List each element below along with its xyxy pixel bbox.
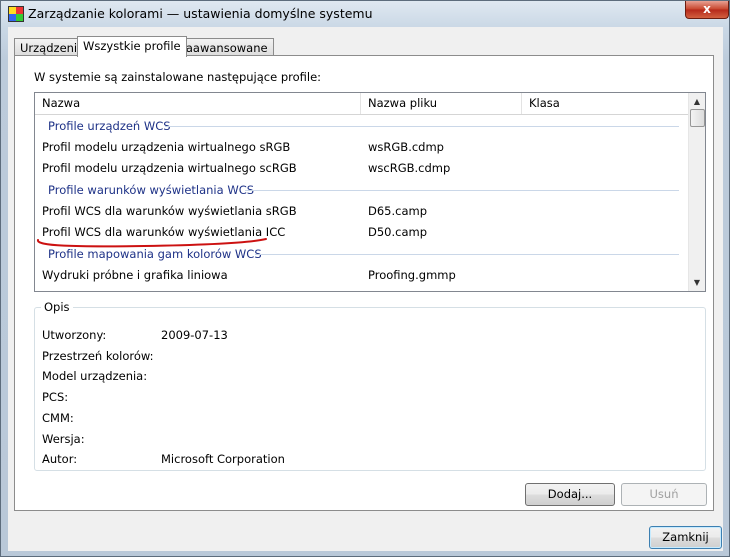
close-window-button[interactable]: x (685, 1, 729, 19)
group-title: Profile warunków wyświetlania WCS (48, 183, 255, 197)
scroll-up-arrow-icon[interactable]: ▲ (689, 93, 705, 110)
profile-name: Profil modelu urządzenia wirtualnego sRG… (42, 140, 291, 154)
color-management-icon (8, 6, 24, 22)
group-title: Profile urządzeń WCS (48, 119, 171, 133)
field-label: Model urządzenia: (42, 369, 148, 383)
close-button[interactable]: Zamknij (649, 526, 722, 549)
column-header-class[interactable]: Klasa (522, 93, 689, 114)
list-item[interactable]: Profil WCS dla warunków wyświetlania ICC… (35, 222, 689, 243)
add-profile-button[interactable]: Dodaj... (525, 483, 615, 506)
group-divider (245, 190, 679, 191)
list-item[interactable]: Wydruki próbne i grafika liniowa Proofin… (35, 265, 689, 286)
field-value: Microsoft Corporation (161, 452, 285, 466)
list-item[interactable]: Profil modelu urządzenia wirtualnego sRG… (35, 137, 689, 158)
profile-file: D65.camp (368, 204, 428, 218)
list-item[interactable]: Profil modelu urządzenia wirtualnego scR… (35, 158, 689, 179)
window-title: Zarządzanie kolorami — ustawienia domyśl… (28, 6, 373, 21)
color-management-window: Zarządzanie kolorami — ustawienia domyśl… (0, 0, 730, 557)
dialog-client-area: Urządzenia Wszystkie profile Zaawansowan… (8, 27, 723, 551)
remove-profile-button[interactable]: Usuń (621, 483, 707, 506)
title-bar[interactable]: Zarządzanie kolorami — ustawienia domyśl… (1, 1, 730, 27)
profiles-list[interactable]: Nazwa Nazwa pliku Klasa Profile urządzeń… (34, 92, 706, 292)
group-divider (165, 126, 679, 127)
tab-all-profiles[interactable]: Wszystkie profile (77, 36, 187, 57)
tab-advanced[interactable]: Zaawansowane (172, 38, 274, 56)
list-body: Profile urządzeń WCS Profil modelu urząd… (35, 115, 689, 286)
column-header-file[interactable]: Nazwa pliku (361, 93, 522, 114)
list-item[interactable]: Profil WCS dla warunków wyświetlania sRG… (35, 201, 689, 222)
profile-name: Profil WCS dla warunków wyświetlania ICC (42, 225, 286, 239)
profile-name: Profil WCS dla warunków wyświetlania sRG… (42, 204, 297, 218)
group-header[interactable]: Profile mapowania gam kolorów WCS (35, 243, 689, 265)
scroll-down-arrow-icon[interactable]: ▼ (689, 274, 705, 291)
profile-file: D50.camp (368, 225, 428, 239)
all-profiles-panel: W systemie są zainstalowane następujące … (14, 55, 714, 511)
field-value: 2009-07-13 (161, 328, 228, 342)
list-header: Nazwa Nazwa pliku Klasa (35, 93, 689, 115)
group-divider (255, 254, 679, 255)
field-label: Utworzony: (42, 328, 107, 342)
field-label: Wersja: (42, 432, 85, 446)
profiles-intro-text: W systemie są zainstalowane następujące … (34, 70, 322, 84)
field-label: Przestrzeń kolorów: (42, 349, 154, 363)
group-header[interactable]: Profile warunków wyświetlania WCS (35, 179, 689, 201)
description-legend: Opis (41, 300, 73, 314)
profile-name: Wydruki próbne i grafika liniowa (42, 268, 228, 282)
profile-name: Profil modelu urządzenia wirtualnego scR… (42, 161, 297, 175)
column-header-name[interactable]: Nazwa (35, 93, 361, 114)
group-header[interactable]: Profile urządzeń WCS (35, 115, 689, 137)
field-label: Autor: (42, 452, 78, 466)
field-label: CMM: (42, 411, 74, 425)
scroll-thumb[interactable] (690, 109, 705, 127)
profile-file: wscRGB.cdmp (368, 161, 451, 175)
group-title: Profile mapowania gam kolorów WCS (48, 247, 262, 261)
field-label: PCS: (42, 390, 69, 404)
vertical-scrollbar[interactable]: ▲ ▼ (688, 93, 705, 291)
description-group: Opis Utworzony: 2009-07-13 Przestrzeń ko… (34, 300, 706, 471)
profile-file: Proofing.gmmp (368, 268, 456, 282)
profile-file: wsRGB.cdmp (368, 140, 444, 154)
